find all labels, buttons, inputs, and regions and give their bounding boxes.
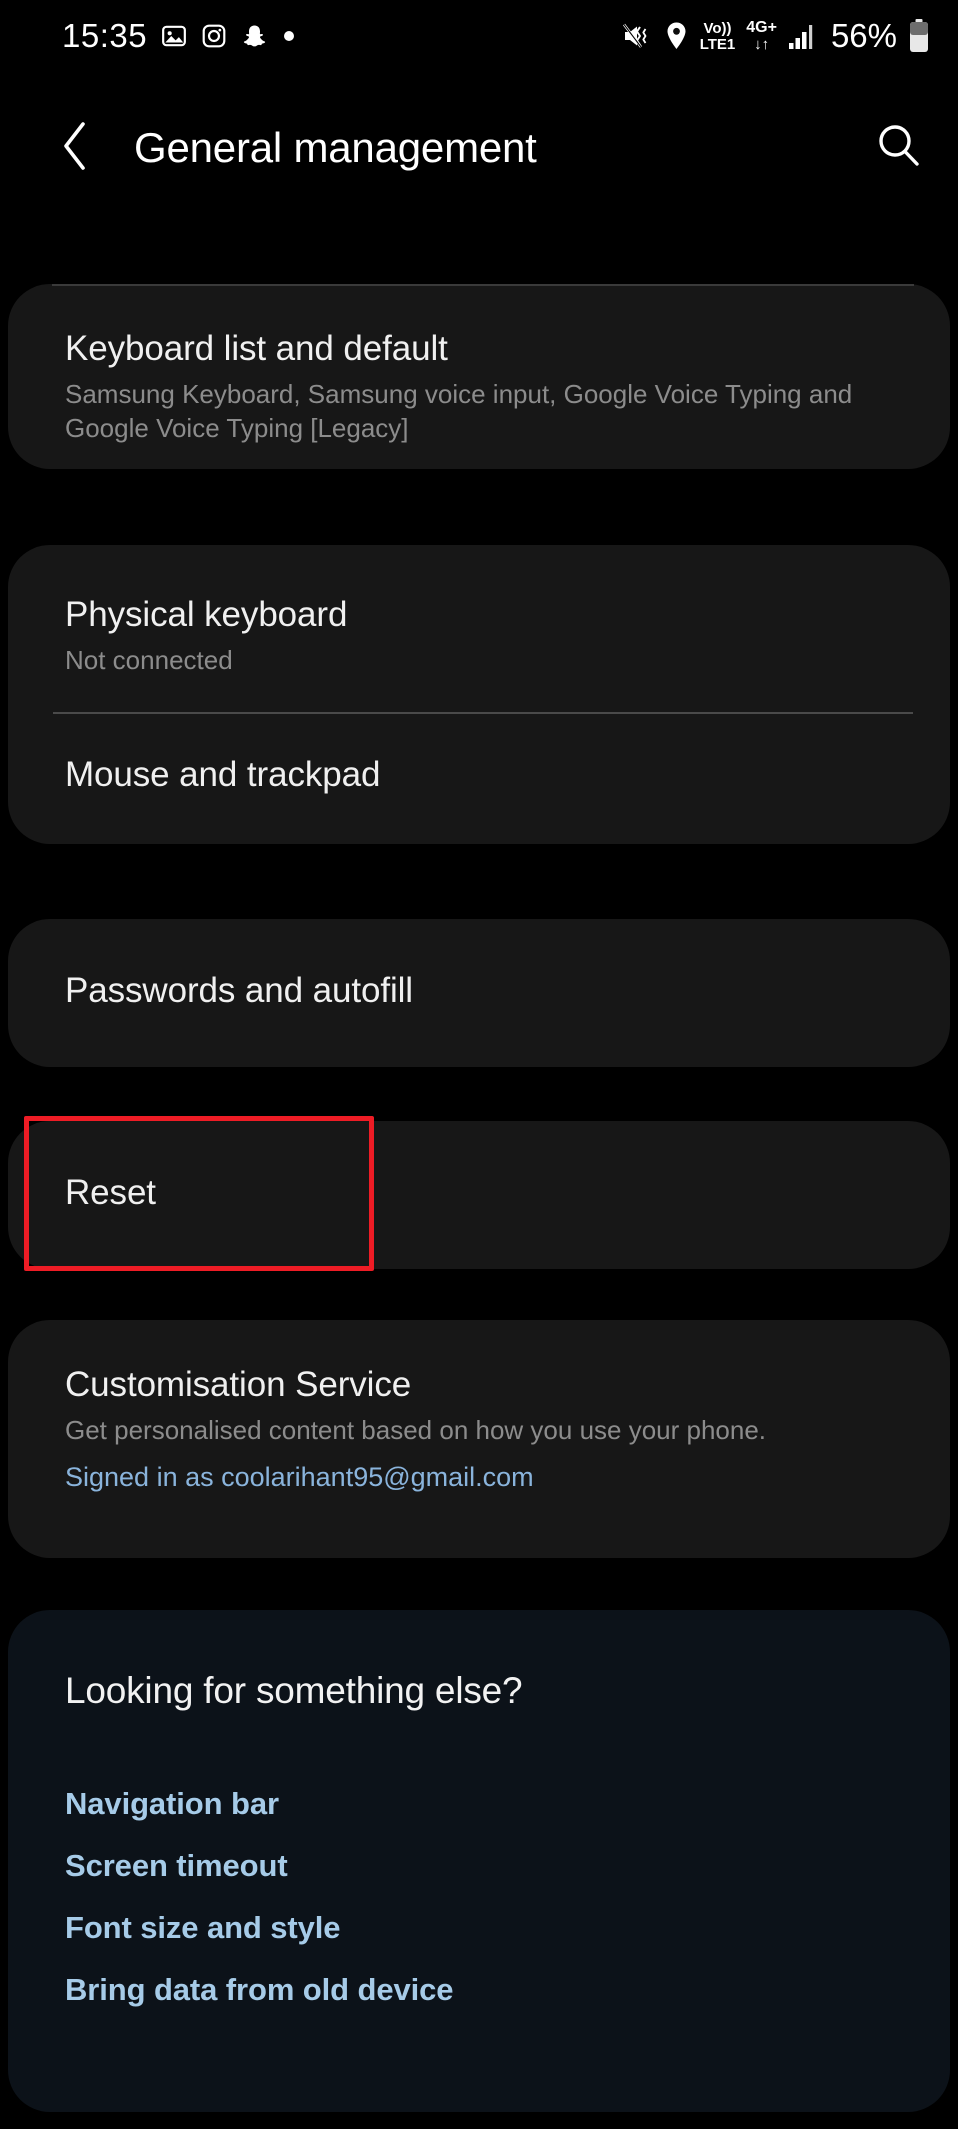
input-devices-card: Physical keyboard Not connected Mouse an… (8, 545, 950, 844)
row-divider (53, 712, 913, 714)
row-title: Keyboard list and default (65, 329, 448, 368)
row-subtitle: Not connected (65, 645, 233, 675)
row-title: Customisation Service (65, 1365, 412, 1404)
quick-link-font-size-and-style[interactable]: Font size and style (65, 1910, 341, 1946)
passwords-card: Passwords and autofill (8, 919, 950, 1067)
settings-row-passwords-and-autofill[interactable]: Passwords and autofill (65, 971, 910, 1011)
row-title: Mouse and trackpad (65, 755, 910, 795)
customisation-card: Customisation Service Get personalised c… (8, 1320, 950, 1558)
settings-row-customisation-service[interactable]: Customisation Service Get personalised c… (65, 1365, 910, 1493)
settings-row-reset[interactable]: Reset (65, 1173, 910, 1213)
row-subtitle: Samsung Keyboard, Samsung voice input, G… (65, 379, 853, 443)
settings-row-mouse-and-trackpad[interactable]: Mouse and trackpad (65, 755, 910, 795)
keyboard-card: Keyboard list and default Samsung Keyboa… (8, 284, 950, 469)
row-title-text: Mouse and trackpad (65, 755, 381, 794)
quick-link-navigation-bar[interactable]: Navigation bar (65, 1786, 279, 1822)
reset-card: Reset (8, 1121, 950, 1269)
settings-row-physical-keyboard[interactable]: Physical keyboard Not connected (65, 595, 910, 678)
quick-link-bring-data-from-old-device[interactable]: Bring data from old device (65, 1972, 454, 2008)
row-title: Passwords and autofill (65, 971, 413, 1010)
looking-for-something-else-card: Looking for something else? Navigation b… (8, 1610, 950, 2112)
settings-list: Keyboard list and default Samsung Keyboa… (0, 0, 958, 2129)
card-top-divider (52, 284, 914, 286)
row-subtitle: Get personalised content based on how yo… (65, 1415, 767, 1445)
quick-link-screen-timeout[interactable]: Screen timeout (65, 1848, 288, 1884)
row-title: Reset (65, 1173, 156, 1212)
signed-in-link[interactable]: Signed in as coolarihant95@gmail.com (65, 1462, 910, 1493)
settings-row-keyboard-list-and-default[interactable]: Keyboard list and default Samsung Keyboa… (65, 329, 910, 446)
looking-for-heading: Looking for something else? (65, 1670, 523, 1711)
row-title: Physical keyboard (65, 595, 348, 634)
